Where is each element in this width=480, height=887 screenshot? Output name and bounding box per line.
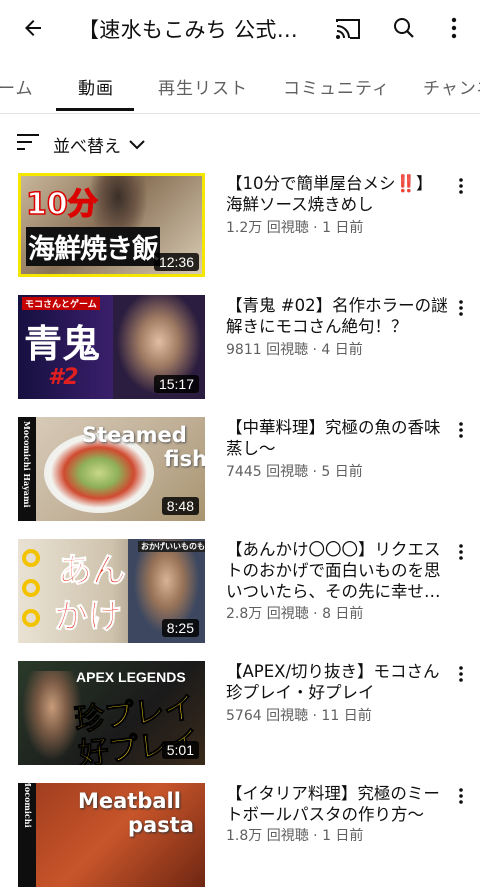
video-meta: 1.8万 回視聴 · 1 日前 bbox=[226, 828, 364, 844]
video-item[interactable]: APEX LEGENDS 珍プレイ 好プレイ 5:01 【APEX/切り抜き】モ… bbox=[0, 661, 480, 765]
video-thumbnail[interactable]: モコさんとゲーム 青鬼 #2 15:17 bbox=[18, 295, 205, 399]
thumb-overlay-text: pasta bbox=[128, 813, 194, 837]
thumb-overlay-text: 海鮮焼き飯 bbox=[26, 227, 160, 266]
thumb-overlay-text: Mocomichi bbox=[23, 783, 33, 828]
video-duration: 15:17 bbox=[153, 375, 199, 393]
video-item[interactable]: モコさんとゲーム 青鬼 #2 15:17 【青鬼 #02】名作ホラーの謎解きにモ… bbox=[0, 295, 480, 399]
thumb-overlay-text: かけ bbox=[54, 597, 123, 638]
more-vert-icon[interactable] bbox=[452, 419, 470, 441]
app-bar: 【速水もこみち 公式チャンネル】 bbox=[0, 0, 480, 56]
more-vert-icon[interactable] bbox=[452, 663, 470, 685]
video-thumbnail[interactable]: あん かけ おかげいいものも 8:25 bbox=[18, 539, 205, 643]
sort-label: 並べ替え bbox=[53, 136, 121, 157]
video-meta: 7445 回視聴 · 5 日前 bbox=[226, 464, 363, 480]
channel-title: 【速水もこみち 公式チャンネル】 bbox=[78, 18, 318, 42]
thumb-overlay-text: おかげいいものも bbox=[138, 541, 205, 552]
cast-icon[interactable] bbox=[328, 9, 368, 49]
video-title: 【あんかけ〇〇〇】リクエストのおかげで面白いものを思いついたら、その先に幸せ… bbox=[226, 540, 441, 601]
video-duration: 8:48 bbox=[161, 497, 199, 515]
video-title: 【青鬼 #02】名作ホラーの謎解きにモコさん絶句！？ bbox=[226, 296, 448, 336]
thumb-overlay-text: モコさんとゲーム bbox=[22, 297, 100, 310]
tab-community[interactable]: コミュニティ bbox=[283, 74, 390, 99]
video-thumbnail[interactable]: Mocomichi Hayami Steamed fish 8:48 bbox=[18, 417, 205, 521]
video-meta: 1.2万 回視聴 · 1 日前 bbox=[226, 220, 364, 236]
back-arrow-icon[interactable] bbox=[13, 8, 53, 48]
tabs-divider bbox=[0, 113, 480, 114]
thumb-overlay-text: Steamed bbox=[82, 423, 187, 447]
video-item[interactable]: Mocomichi Hayami Steamed fish 8:48 【中華料理… bbox=[0, 417, 480, 521]
more-vert-icon[interactable] bbox=[452, 297, 470, 319]
video-meta: 9811 回視聴 · 4 日前 bbox=[226, 342, 363, 358]
more-vert-icon[interactable] bbox=[452, 541, 470, 563]
thumb-overlay-text: fish bbox=[164, 447, 205, 471]
more-vert-icon[interactable] bbox=[452, 175, 470, 197]
thumb-overlay-text: 青鬼 bbox=[24, 322, 101, 366]
tab-channels[interactable]: チャンネ bbox=[423, 74, 480, 99]
thumb-overlay-text: #2 bbox=[48, 365, 79, 390]
sort-button[interactable]: 並べ替え bbox=[17, 130, 145, 158]
video-meta: 2.8万 回視聴 · 8 日前 bbox=[226, 606, 364, 622]
sort-icon bbox=[17, 133, 41, 155]
more-vert-icon[interactable] bbox=[434, 8, 474, 48]
tab-home[interactable]: ーム bbox=[0, 74, 34, 99]
active-tab-indicator bbox=[56, 108, 134, 111]
search-icon[interactable] bbox=[384, 8, 424, 48]
tab-playlists[interactable]: 再生リスト bbox=[158, 74, 248, 99]
video-item[interactable]: Mocomichi Meatball pasta 【イタリア料理】究極のミートボ… bbox=[0, 783, 480, 887]
video-item[interactable]: あん かけ おかげいいものも 8:25 【あんかけ〇〇〇】リクエストのおかげで面… bbox=[0, 539, 480, 643]
tab-videos[interactable]: 動画 bbox=[78, 74, 114, 99]
video-thumbnail[interactable]: 10分 海鮮焼き飯 12:36 bbox=[18, 173, 205, 277]
video-duration: 12:36 bbox=[153, 253, 199, 271]
video-thumbnail[interactable]: APEX LEGENDS 珍プレイ 好プレイ 5:01 bbox=[18, 661, 205, 765]
video-meta: 5764 回視聴 · 11 日前 bbox=[226, 708, 372, 724]
thumb-overlay-text: APEX LEGENDS bbox=[76, 669, 186, 685]
video-title: 【中華料理】究極の魚の香味蒸し〜 bbox=[226, 418, 441, 458]
video-title: 【APEX/切り抜き】モコさん珍プレイ・好プレイ bbox=[226, 662, 440, 702]
more-vert-icon[interactable] bbox=[452, 785, 470, 807]
video-duration: 8:25 bbox=[161, 619, 199, 637]
video-duration: 5:01 bbox=[161, 741, 199, 759]
chevron-down-icon bbox=[129, 135, 145, 154]
channel-tabs: ーム 動画 再生リスト コミュニティ チャンネ bbox=[0, 62, 480, 112]
video-title: 【イタリア料理】究極のミートボールパスタの作り方〜 bbox=[226, 784, 440, 824]
video-item[interactable]: 10分 海鮮焼き飯 12:36 【10分で簡単屋台メシ‼️】海鮮ソース焼きめし … bbox=[0, 173, 480, 277]
thumb-overlay-text: Mocomichi Hayami bbox=[22, 421, 32, 508]
video-title: 【10分で簡単屋台メシ‼️】海鮮ソース焼きめし bbox=[226, 174, 433, 214]
thumb-overlay-text: 10分 bbox=[25, 186, 98, 223]
thumb-overlay-text: あん bbox=[58, 551, 127, 592]
thumb-overlay-text: Meatball bbox=[78, 789, 181, 813]
video-thumbnail[interactable]: Mocomichi Meatball pasta bbox=[18, 783, 205, 887]
